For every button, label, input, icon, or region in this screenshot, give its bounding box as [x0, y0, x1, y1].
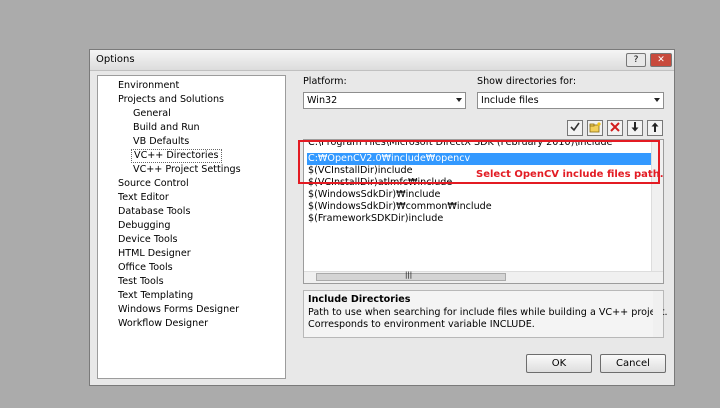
- tree-item-windows-forms-designer[interactable]: Windows Forms Designer: [118, 303, 239, 317]
- description-title: Include Directories: [308, 294, 411, 305]
- annotation-text: Select OpenCV include files path.: [476, 169, 664, 180]
- tree-item-office-tools[interactable]: Office Tools: [118, 261, 173, 275]
- delete-icon[interactable]: [607, 120, 623, 136]
- tree-item-text-editor[interactable]: Text Editor: [118, 191, 169, 205]
- list-item[interactable]: $(WindowsSdkDir)₩common₩include: [308, 201, 492, 213]
- show-directories-label: Show directories for:: [477, 76, 577, 87]
- tree-item-build-and-run[interactable]: Build and Run: [133, 121, 200, 135]
- horizontal-scrollbar[interactable]: |||: [304, 271, 663, 283]
- tree-item-html-designer[interactable]: HTML Designer: [118, 247, 191, 261]
- check-icon[interactable]: [567, 120, 583, 136]
- scroll-thumb[interactable]: |||: [316, 271, 506, 281]
- tree-item-source-control[interactable]: Source Control: [118, 177, 189, 191]
- scroll-grip: |||: [405, 271, 413, 279]
- show-directories-value: Include files: [481, 95, 539, 106]
- tree-item-environment[interactable]: Environment: [118, 79, 179, 93]
- help-button[interactable]: ?: [626, 53, 646, 67]
- platform-value: Win32: [307, 95, 338, 106]
- tree-item-vc-directories[interactable]: VC++ Directories: [131, 149, 222, 163]
- options-tree[interactable]: Environment Projects and Solutions Gener…: [97, 75, 286, 379]
- chevron-down-icon: [654, 98, 660, 102]
- list-item[interactable]: $(FrameworkSDKDir)include: [308, 213, 443, 225]
- tree-item-workflow-designer[interactable]: Workflow Designer: [118, 317, 208, 331]
- chevron-down-icon: [456, 98, 462, 102]
- tree-item-vc-project-settings[interactable]: VC++ Project Settings: [133, 163, 241, 177]
- options-dialog: Options ? ✕ Environment Projects and Sol…: [89, 49, 675, 386]
- tree-item-projects-and-solutions[interactable]: Projects and Solutions: [118, 93, 224, 107]
- tree-item-general[interactable]: General: [133, 107, 171, 121]
- tree-item-database-tools[interactable]: Database Tools: [118, 205, 190, 219]
- description-line-1: Path to use when searching for include f…: [308, 307, 668, 318]
- tree-item-text-templating[interactable]: Text Templating: [118, 289, 193, 303]
- tree-item-test-tools[interactable]: Test Tools: [118, 275, 164, 289]
- description-scrollbar[interactable]: [653, 291, 663, 337]
- ok-button[interactable]: OK: [526, 354, 592, 373]
- close-button[interactable]: ✕: [650, 53, 672, 67]
- tree-item-debugging[interactable]: Debugging: [118, 219, 170, 233]
- show-directories-select[interactable]: Include files: [477, 92, 664, 109]
- title-bar[interactable]: Options ? ✕: [90, 50, 674, 71]
- platform-select[interactable]: Win32: [303, 92, 466, 109]
- platform-label: Platform:: [303, 76, 347, 87]
- tree-item-vb-defaults[interactable]: VB Defaults: [133, 135, 189, 149]
- new-folder-icon[interactable]: [587, 120, 603, 136]
- tree-item-device-tools[interactable]: Device Tools: [118, 233, 178, 247]
- arrow-down-icon[interactable]: [627, 120, 643, 136]
- window-title: Options: [96, 54, 135, 65]
- cancel-button[interactable]: Cancel: [600, 354, 666, 373]
- description-panel: Include Directories Path to use when sea…: [303, 290, 668, 338]
- description-line-2: Corresponds to environment variable INCL…: [308, 319, 535, 330]
- arrow-up-icon[interactable]: [647, 120, 663, 136]
- list-item[interactable]: $(WindowsSdkDir)₩include: [308, 189, 440, 201]
